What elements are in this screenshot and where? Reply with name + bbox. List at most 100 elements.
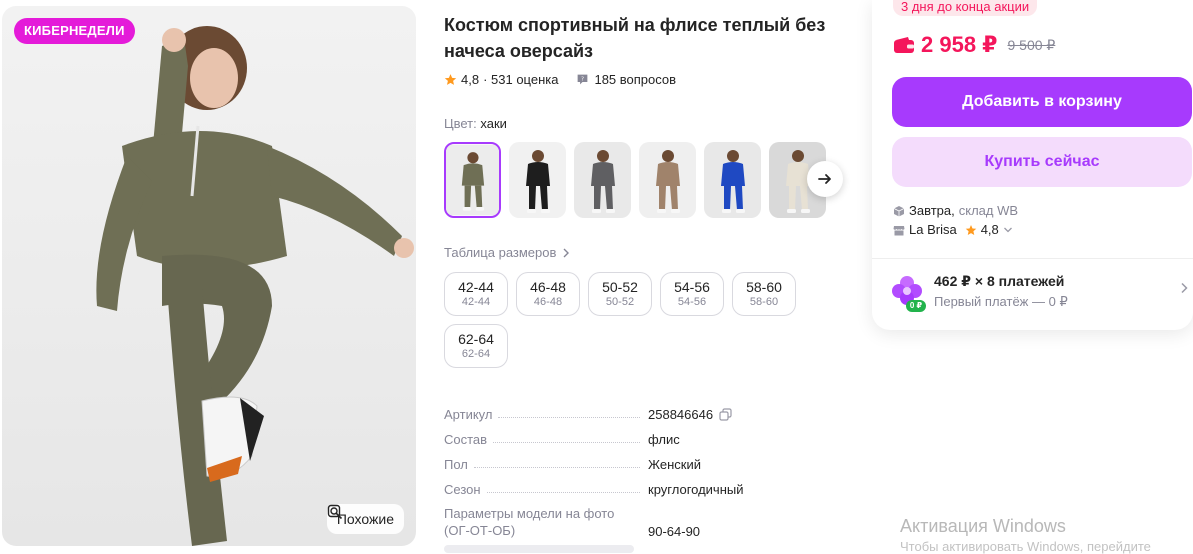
size-ru-label: 62-64 bbox=[461, 348, 491, 360]
size-option[interactable]: 42-44 42-44 bbox=[444, 272, 508, 316]
thumbnails-next-button[interactable] bbox=[807, 161, 843, 197]
questions-count: 185 вопросов bbox=[594, 72, 677, 87]
color-thumb-1[interactable] bbox=[444, 142, 501, 218]
shop-icon bbox=[893, 225, 905, 235]
questions-link[interactable]: ? 185 вопросов bbox=[576, 72, 676, 87]
size-option[interactable]: 46-48 46-48 bbox=[516, 272, 580, 316]
color-thumbnails bbox=[444, 142, 826, 218]
svg-text:?: ? bbox=[581, 77, 584, 83]
wallet-icon bbox=[894, 37, 914, 53]
param-value-cell: 90-64-90 bbox=[648, 524, 700, 539]
param-value: круглогодичный bbox=[648, 482, 744, 497]
size-option[interactable]: 58-60 58-60 bbox=[732, 272, 796, 316]
color-thumb-image bbox=[574, 142, 631, 218]
copy-icon[interactable] bbox=[719, 408, 732, 421]
size-label: 54-56 bbox=[674, 279, 710, 295]
size-label: 46-48 bbox=[530, 279, 566, 295]
delivery-info: Завтра, склад WB bbox=[893, 203, 1018, 218]
color-label: Цвет: bbox=[444, 116, 477, 131]
param-row: Сезон круглогодичный bbox=[444, 472, 824, 497]
color-thumb-5[interactable] bbox=[704, 142, 761, 218]
add-to-cart-button[interactable]: Добавить в корзину bbox=[892, 77, 1192, 127]
installment-badge: 0 ₽ bbox=[909, 301, 923, 310]
param-value: флис bbox=[648, 432, 680, 447]
color-thumb-image bbox=[446, 144, 499, 216]
color-thumb-image bbox=[704, 142, 761, 218]
delivery-day: Завтра, bbox=[909, 203, 955, 218]
param-key-cell: Параметры модели на фото (ОГ-ОТ-ОБ) bbox=[444, 505, 648, 539]
promo-timer: 3 дня до конца акции bbox=[893, 0, 1038, 16]
size-table-link[interactable]: Таблица размеров bbox=[444, 245, 570, 260]
size-option[interactable]: 54-56 54-56 bbox=[660, 272, 724, 316]
ratings-count[interactable]: · 531 оценка bbox=[483, 72, 558, 87]
seller-info[interactable]: La Brisa 4,8 bbox=[893, 222, 1013, 237]
similar-button-label: Похожие bbox=[336, 511, 394, 527]
param-key-cell: Состав bbox=[444, 432, 648, 447]
old-price: 9 500 ₽ bbox=[1007, 36, 1056, 53]
size-label: 50-52 bbox=[602, 279, 638, 295]
product-photo[interactable]: КИБЕРНЕДЕЛИ Похожие bbox=[2, 6, 416, 546]
size-label: 62-64 bbox=[458, 331, 494, 347]
installment-first-payment: Первый платёж — 0 ₽ bbox=[934, 294, 1068, 309]
param-value-cell: Женский bbox=[648, 457, 701, 472]
param-value-cell: круглогодичный bbox=[648, 482, 744, 497]
param-key: Параметры модели на фото (ОГ-ОТ-ОБ) bbox=[444, 506, 615, 538]
param-value: 258846646 bbox=[648, 407, 714, 422]
param-key: Состав bbox=[444, 432, 488, 447]
param-row: Артикул 258846646 bbox=[444, 397, 824, 422]
price-row: 2 958 ₽ 9 500 ₽ bbox=[893, 32, 1055, 58]
seller-name[interactable]: La Brisa bbox=[909, 222, 957, 237]
similar-button[interactable]: Похожие bbox=[326, 504, 404, 534]
color-label-row: Цвет: хаки bbox=[444, 116, 507, 131]
color-thumb-image bbox=[509, 142, 566, 218]
size-ru-label: 54-56 bbox=[677, 296, 707, 308]
product-params: Артикул 258846646 Состав флис Пол Женский Сезо… bbox=[444, 397, 824, 539]
chevron-right-icon bbox=[563, 248, 570, 257]
size-ru-label: 58-60 bbox=[749, 296, 779, 308]
size-table-label: Таблица размеров bbox=[444, 245, 557, 260]
box-icon bbox=[893, 205, 905, 216]
color-thumb-3[interactable] bbox=[574, 142, 631, 218]
color-thumb-2[interactable] bbox=[509, 142, 566, 218]
param-key-cell: Пол bbox=[444, 457, 648, 472]
param-row: Состав флис bbox=[444, 422, 824, 447]
color-thumb-4[interactable] bbox=[639, 142, 696, 218]
param-row: Пол Женский bbox=[444, 447, 824, 472]
param-key: Сезон bbox=[444, 482, 481, 497]
param-row: Параметры модели на фото (ОГ-ОТ-ОБ) 90-64… bbox=[444, 497, 824, 539]
installment-amount: 462 ₽ × 8 платежей bbox=[934, 273, 1065, 289]
size-ru-label: 42-44 bbox=[461, 296, 491, 308]
windows-activation-sub: Чтобы активировать Windows, перейдите bbox=[900, 539, 1151, 554]
installment-icon: 0 ₽ bbox=[892, 274, 926, 312]
rating-value: 4,8 bbox=[461, 72, 480, 87]
param-key-cell: Сезон bbox=[444, 482, 648, 497]
promo-badge: КИБЕРНЕДЕЛИ bbox=[14, 18, 135, 44]
size-label: 42-44 bbox=[458, 279, 494, 295]
seller-star-icon bbox=[965, 224, 976, 235]
size-ru-label: 50-52 bbox=[605, 296, 635, 308]
param-key: Пол bbox=[444, 457, 468, 472]
product-title: Костюм спортивный на флисе теплый без на… bbox=[444, 15, 826, 61]
installment-chevron-icon bbox=[1180, 281, 1188, 299]
rating-row[interactable]: 4,8 · 531 оценка ? 185 вопросов bbox=[444, 72, 676, 87]
question-icon: ? bbox=[578, 74, 588, 85]
size-option[interactable]: 62-64 62-64 bbox=[444, 324, 508, 368]
param-value-cell: флис bbox=[648, 432, 680, 447]
param-key: Артикул bbox=[444, 407, 493, 422]
param-leader-dots bbox=[493, 442, 640, 443]
delivery-stock: склад WB bbox=[958, 203, 1019, 218]
param-leader-dots bbox=[498, 417, 640, 418]
section-divider bbox=[444, 545, 634, 553]
color-thumb-image bbox=[639, 142, 696, 218]
size-label: 58-60 bbox=[746, 279, 782, 295]
size-option[interactable]: 50-52 50-52 bbox=[588, 272, 652, 316]
current-price: 2 958 ₽ bbox=[921, 32, 998, 57]
size-ru-label: 46-48 bbox=[533, 296, 563, 308]
windows-activation-title: Активация Windows bbox=[900, 516, 1066, 536]
param-value: Женский bbox=[648, 457, 701, 472]
arrow-right-icon bbox=[818, 174, 831, 184]
param-value: 90-64-90 bbox=[648, 524, 701, 539]
param-value-cell: 258846646 bbox=[648, 407, 732, 422]
buy-now-button[interactable]: Купить сейчас bbox=[892, 137, 1192, 187]
seller-rating: 4,8 bbox=[980, 222, 999, 237]
